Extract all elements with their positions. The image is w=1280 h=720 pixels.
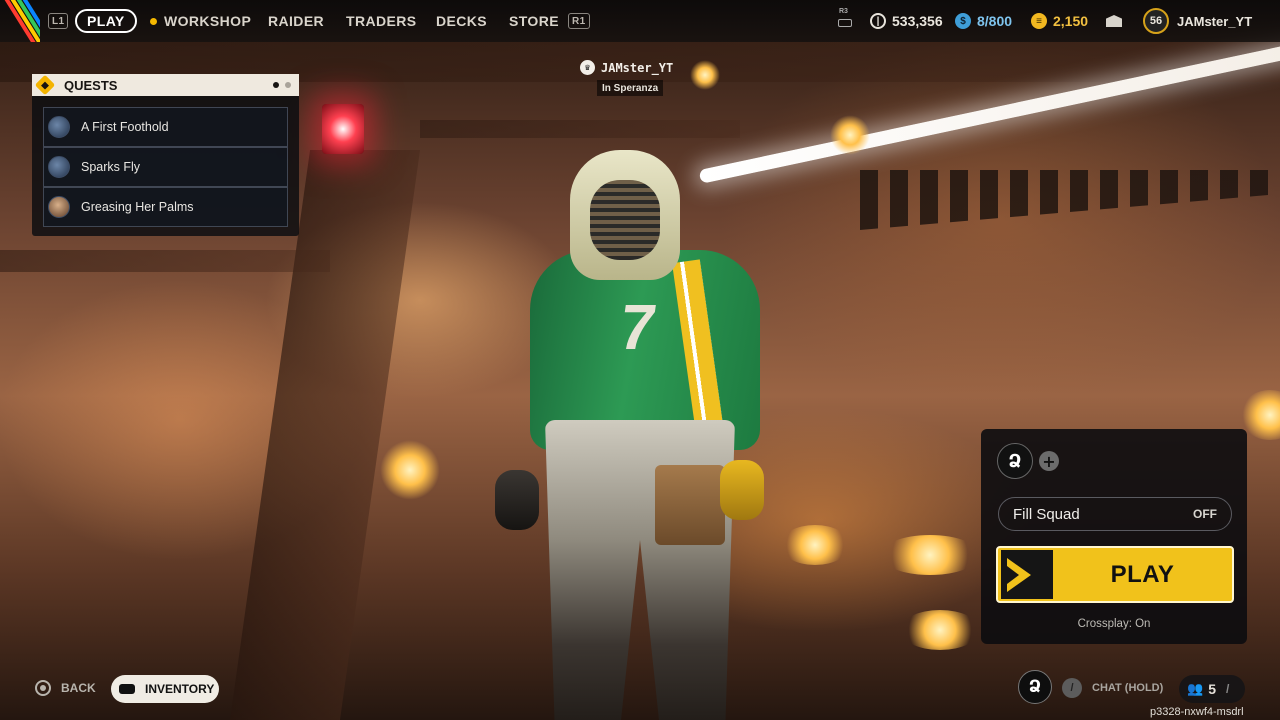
circle-button-icon [35,680,51,696]
raider-character: 7 [490,150,770,720]
quest-label: Greasing Her Palms [81,200,194,214]
quest-item[interactable]: Sparks Fly [43,147,288,187]
r1-button-hint: R1 [568,13,590,29]
tab-workshop[interactable]: WORKSHOP [150,0,251,42]
player-profile[interactable]: 56 JAMster_YT [1143,0,1252,42]
quest-giver-avatar [48,156,70,178]
quest-page-indicator[interactable] [273,82,291,88]
back-label: BACK [61,681,96,695]
plus-icon: + [1042,451,1056,471]
brand-stripes-icon [0,0,40,42]
nameplate-name: JAMster_YT [601,60,674,75]
back-button[interactable]: BACK [35,680,96,696]
inventory-value: 8/800 [977,13,1013,29]
r3-shortcut[interactable]: R3 [836,0,854,42]
session-code: p3328-nxwf4-msdrl [1150,706,1244,718]
tab-workshop-label: WORKSHOP [164,13,252,29]
quests-title: QUESTS [64,77,118,93]
crown-icon: ♛ [580,60,595,75]
microphone-icon: / [1062,678,1082,698]
quest-item[interactable]: A First Foothold [43,107,288,147]
play-button-label: PLAY [1110,560,1175,588]
tab-raider[interactable]: RAIDER [268,13,324,29]
quest-giver-avatar [48,116,70,138]
tab-decks[interactable]: DECKS [436,13,487,29]
bunting-flags [860,170,1280,230]
quest-label: Sparks Fly [81,160,141,174]
quests-panel: QUESTS A First Foothold Sparks Fly Greas… [32,74,299,236]
player-nameplate: ♛ JAMster_YT [580,60,673,75]
quest-label: A First Foothold [81,120,169,134]
invite-player-button[interactable]: + [1039,451,1059,471]
friends-count: 5 [1208,681,1216,697]
currency-raider-tokens: ≡ 2,150 [1031,0,1088,42]
inventory-label: INVENTORY [145,682,215,696]
tab-traders[interactable]: TRADERS [346,13,416,29]
friends-icon: 👥 [1187,681,1204,696]
quests-header[interactable]: QUESTS [32,74,299,96]
chat-label: CHAT (HOLD) [1092,682,1164,694]
player-location-badge: In Speranza [597,80,664,96]
player-level-badge: 56 [1143,8,1169,34]
raider-tokens-icon: ≡ [1031,13,1047,29]
play-button[interactable]: PLAY [996,546,1234,603]
coins-value: 533,356 [892,13,943,29]
tab-play[interactable]: PLAY [75,9,137,33]
l1-button-hint: L1 [48,13,69,29]
inventory-button[interactable]: INVENTORY [111,675,219,703]
raider-emblem-icon: Ձ [1008,450,1022,472]
bottom-squad-avatar[interactable]: Ձ [1018,670,1052,704]
raider-emblem-icon: Ձ [1028,677,1042,697]
play-arrow-icon [1001,550,1053,599]
quest-diamond-icon [34,74,56,96]
tab-store[interactable]: STORE [509,13,559,29]
tokens-value: 2,150 [1053,13,1089,29]
mail-icon [1106,15,1122,27]
mail-button[interactable] [1106,0,1122,42]
touchpad-icon [119,684,135,694]
crossplay-status: Crossplay: On [1077,618,1151,630]
coin-icon: | [870,13,886,29]
notification-dot-icon [150,17,157,25]
red-warning-light [322,104,364,154]
player-name: JAMster_YT [1177,13,1253,29]
currency-coins: | 533,356 [870,0,943,42]
voice-chat-button[interactable]: / CHAT (HOLD) [1062,678,1163,698]
quest-giver-avatar [48,196,70,218]
squad-leader-avatar[interactable]: Ձ [997,443,1033,479]
fill-squad-value: OFF [1193,507,1217,521]
slash-icon: / [1225,682,1230,696]
friends-button[interactable]: 👥 5 / [1179,675,1245,703]
r3-controller-icon: R3 [836,8,854,30]
squad-panel: Ձ + Fill Squad OFF PLAY Crossplay: On [981,429,1247,644]
top-navigation-bar: L1 PLAY WORKSHOP RAIDER TRADERS DECKS ST… [0,0,1280,42]
currency-inventory: $ 8/800 [955,0,1012,42]
quest-item[interactable]: Greasing Her Palms [43,187,288,227]
fill-squad-label: Fill Squad [1013,505,1080,523]
inventory-slots-icon: $ [955,13,971,29]
fill-squad-toggle[interactable]: Fill Squad OFF [998,497,1232,531]
